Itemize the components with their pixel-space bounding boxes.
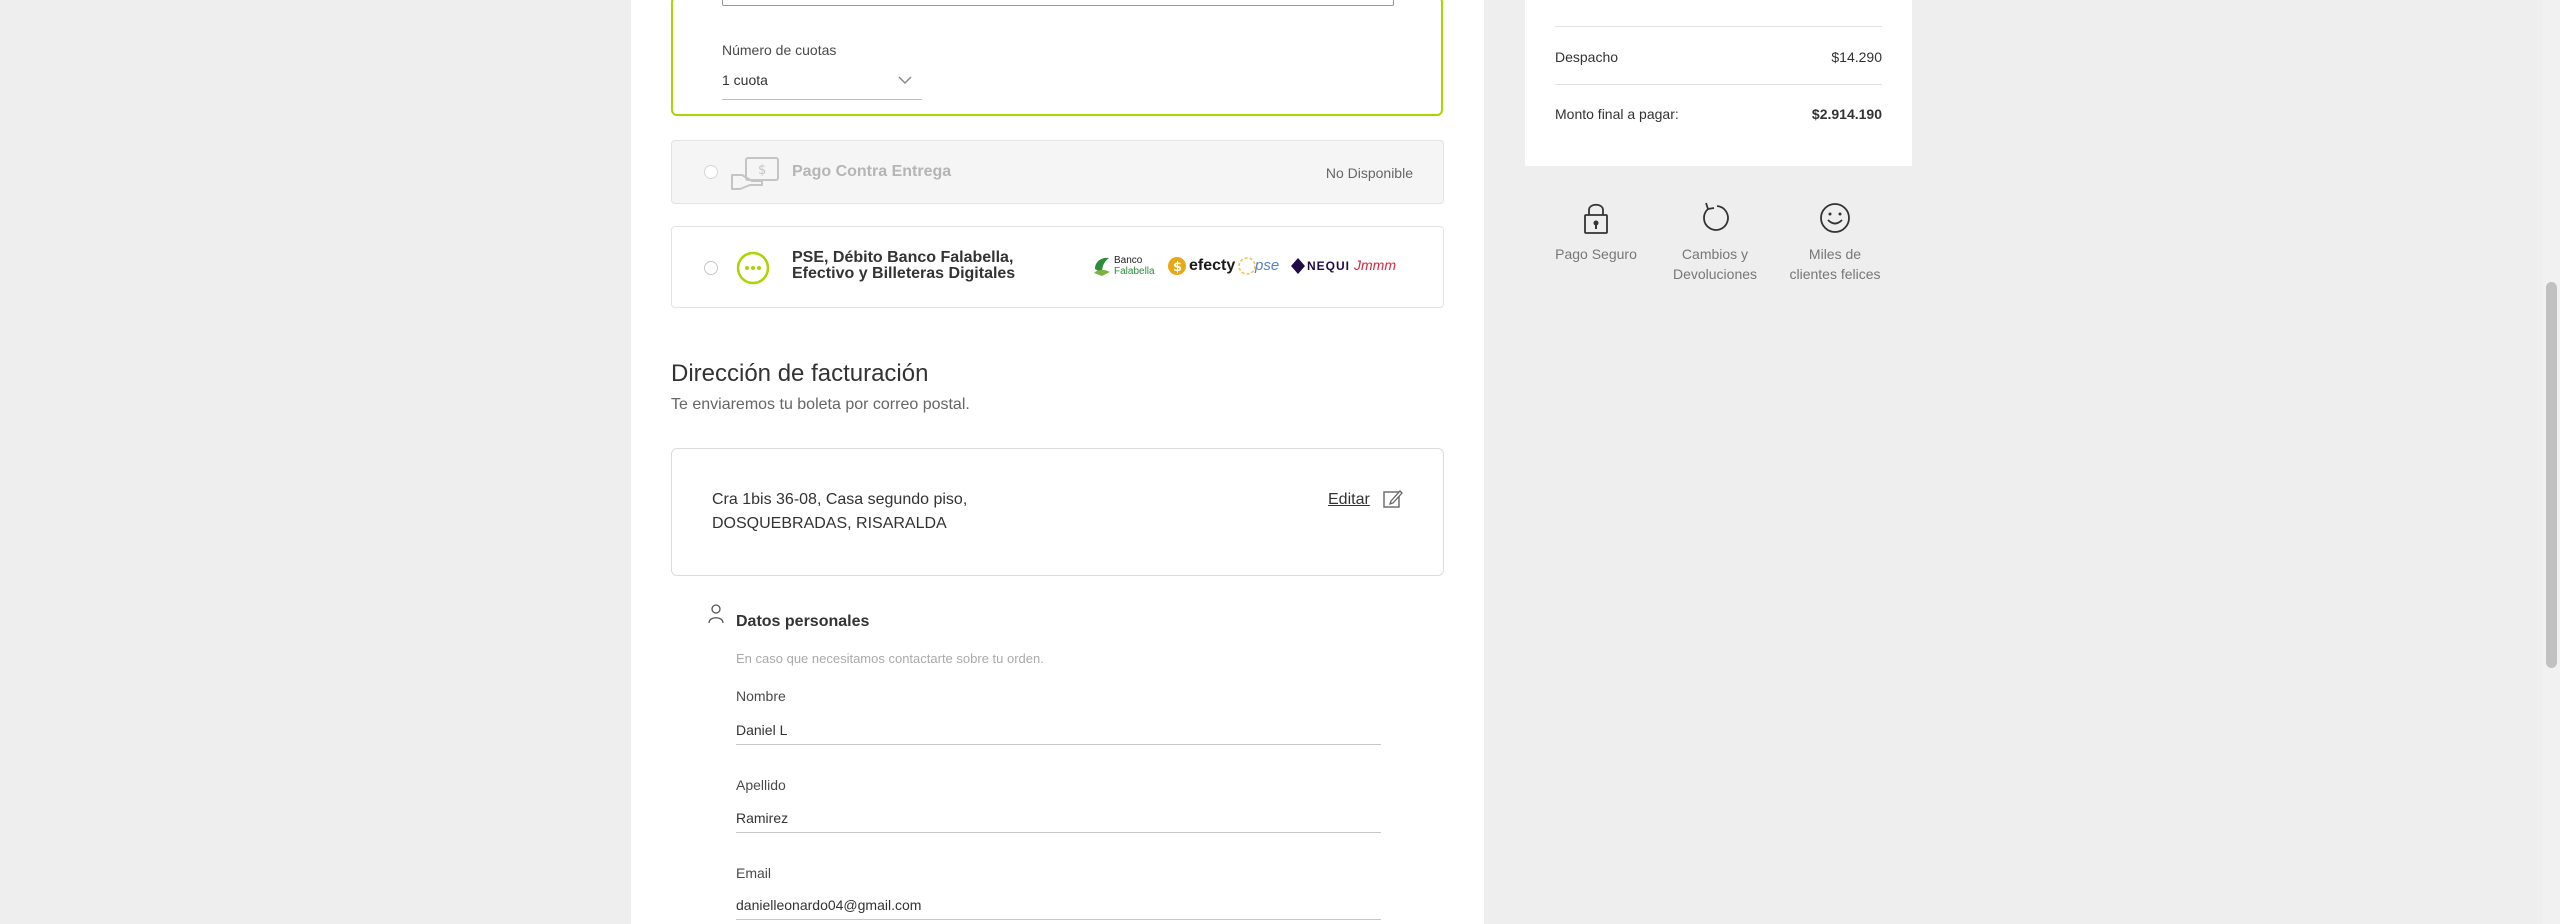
trust-returns: Cambios y Devoluciones [1665,200,1765,284]
installments-select[interactable]: 1 cuota [722,66,922,100]
first-name-label: Nombre [736,688,786,704]
svg-text:$: $ [1173,260,1182,275]
pse-radio[interactable] [704,261,718,275]
secure-payment-label: Pago Seguro [1555,246,1637,262]
pse-label: PSE, Débito Banco Falabella, Efectivo y … [792,250,1015,282]
pse-label-line1: PSE, Débito Banco Falabella, [792,249,1014,266]
total-row: Monto final a pagar: $2.914.190 [1555,106,1882,122]
pse-logo-text: pse [1255,257,1280,274]
page-scrollbar-thumb[interactable] [2546,282,2557,668]
more-options-icon [736,251,770,290]
address-line-1: Cra 1bis 36-08, Casa segundo piso, [712,491,968,508]
banco-logo-text: Banco [1114,255,1143,266]
payment-option-cash-on-delivery: $ Pago Contra Entrega No Disponible [671,140,1444,204]
edit-pencil-icon[interactable] [1383,489,1403,514]
happy-clients-label-line2: clientes felices [1789,266,1881,282]
lock-icon [1584,203,1608,234]
svg-text:$: $ [758,163,766,178]
edit-address-link[interactable]: Editar [1328,491,1370,509]
returns-label-line2: Devoluciones [1672,266,1758,282]
user-icon [708,604,724,629]
cod-radio [704,165,718,179]
cod-status: No Disponible [1325,165,1413,181]
total-label: Monto final a pagar: [1555,106,1679,122]
falabella-logo-text: Falabella [1114,266,1155,277]
shipping-label: Despacho [1555,49,1619,65]
efecty-logo-text: efecty [1189,257,1236,274]
smiley-icon [1820,203,1850,233]
cod-label: Pago Contra Entrega [792,163,952,180]
order-summary-card [1525,0,1912,166]
happy-clients-label-line1: Miles de [1808,246,1862,262]
cash-hand-icon: $ [730,155,782,196]
summary-divider [1555,26,1882,27]
nequi-logo-text: NEQUI [1307,259,1351,273]
last-name-input[interactable] [736,803,1381,833]
return-arrow-icon [1703,202,1729,231]
wallet-logo: Jmmm [1354,257,1396,273]
pse-label-line2: Efectivo y Billeteras Digitales [792,265,1016,282]
first-name-input[interactable] [736,715,1381,745]
billing-subtitle: Te enviaremos tu boleta por correo posta… [671,396,970,413]
trust-secure-payment: Pago Seguro [1546,200,1646,264]
shipping-value: $14.290 [1831,49,1882,65]
payment-option-pse[interactable]: PSE, Débito Banco Falabella, Efectivo y … [671,226,1444,308]
chevron-down-icon [898,76,912,85]
installments-value: 1 cuota [722,72,768,88]
returns-label-line1: Cambios y [1681,246,1749,262]
trust-happy-clients: Miles de clientes felices [1785,200,1885,284]
installments-label: Número de cuotas [722,42,837,58]
billing-title: Dirección de facturación [671,360,929,387]
summary-divider [1555,84,1882,85]
last-name-label: Apellido [736,777,786,793]
personal-data-title: Datos personales [736,613,870,630]
card-field-input[interactable] [722,0,1394,6]
shipping-row: Despacho $14.290 [1555,49,1882,65]
email-label: Email [736,865,772,881]
address-line-2: DOSQUEBRADAS, RISARALDA [712,515,947,532]
email-input[interactable] [736,890,1381,920]
total-value: $2.914.190 [1811,106,1882,122]
billing-address-card [671,448,1444,576]
personal-data-subtitle: En caso que necesitamos contactarte sobr… [736,651,1044,666]
